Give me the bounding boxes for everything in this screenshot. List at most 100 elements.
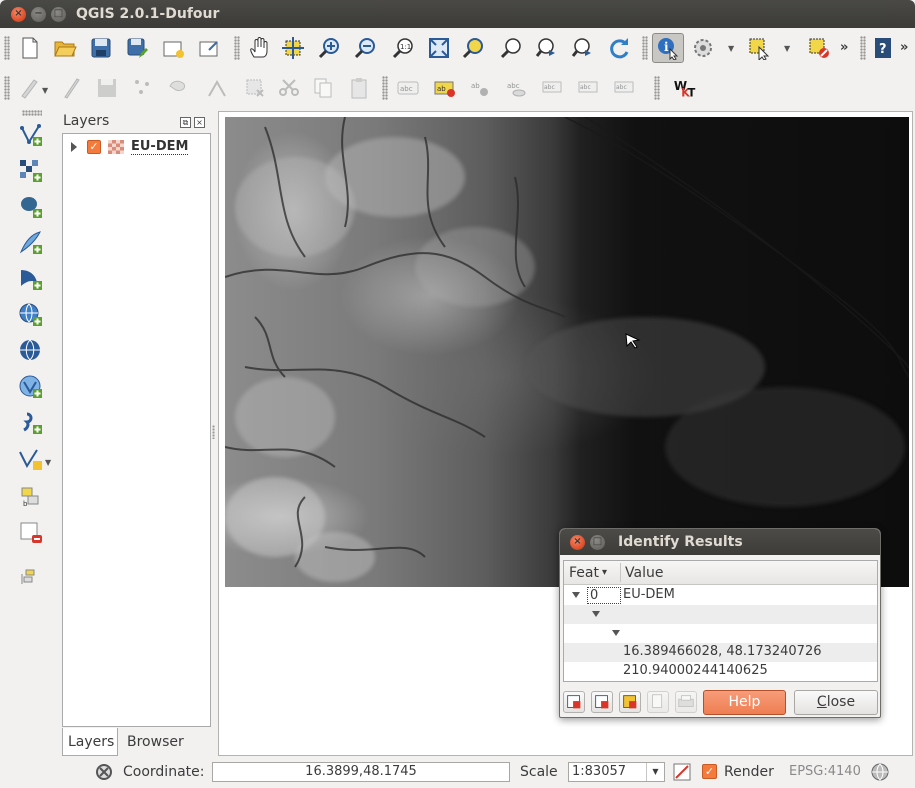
copy-features-icon[interactable]	[310, 75, 336, 101]
save-layer-edits-icon[interactable]	[94, 75, 120, 101]
zoom-native-resolution-icon[interactable]: 1:1	[390, 35, 416, 61]
tab-layers[interactable]: Layers	[62, 728, 118, 756]
scale-combobox[interactable]: 1:83057 ▼	[568, 762, 665, 782]
select-features-icon[interactable]	[746, 35, 772, 61]
column-header-value[interactable]: Value	[625, 565, 663, 581]
zoom-next-icon[interactable]	[570, 35, 596, 61]
run-action-icon[interactable]	[690, 35, 716, 61]
copy-button[interactable]	[647, 691, 669, 713]
deselect-features-icon[interactable]	[806, 35, 832, 61]
new-layer-dropdown-icon[interactable]: ▼	[45, 458, 51, 467]
scale-dropdown-icon[interactable]: ▼	[646, 763, 664, 781]
new-shapefile-layer-icon[interactable]	[17, 445, 45, 473]
add-spatialite-layer-icon[interactable]	[17, 229, 45, 257]
toolbar-grip[interactable]	[22, 110, 42, 116]
move-feature-icon[interactable]	[166, 75, 192, 101]
zoom-in-icon[interactable]	[316, 35, 342, 61]
layers-tree[interactable]: ✓ EU-DEM	[62, 133, 211, 727]
dialog-maximize-button[interactable]: □	[590, 535, 605, 550]
crs-globe-icon[interactable]	[870, 762, 890, 782]
rotate-label-icon[interactable]: abc	[576, 75, 602, 101]
tab-browser[interactable]: Browser	[122, 728, 192, 756]
toolbar-grip[interactable]	[860, 36, 866, 60]
print-button[interactable]	[675, 691, 697, 713]
save-as-icon[interactable]	[124, 35, 150, 61]
label-tool-icon[interactable]: abc	[395, 75, 421, 101]
delete-selected-icon[interactable]	[242, 75, 268, 101]
window-close-button[interactable]: ×	[11, 7, 26, 22]
composer-manager-icon[interactable]	[196, 35, 222, 61]
add-points-icon[interactable]	[130, 75, 156, 101]
paste-features-icon[interactable]	[346, 75, 372, 101]
zoom-to-selection-icon[interactable]	[460, 35, 486, 61]
save-project-icon[interactable]	[88, 35, 114, 61]
toolbar-overflow-icon[interactable]: »	[840, 40, 848, 55]
expand-all-button[interactable]	[563, 691, 585, 713]
add-postgis-layer-icon[interactable]	[17, 193, 45, 221]
help-contents-icon[interactable]: ?	[870, 35, 896, 61]
collapse-arrow-icon[interactable]	[572, 592, 580, 598]
add-delimited-text-layer-icon[interactable]	[17, 409, 45, 437]
zoom-to-layer-icon[interactable]	[498, 35, 524, 61]
toggle-editing-icon[interactable]	[58, 75, 84, 101]
tree-row[interactable]	[564, 624, 877, 643]
tree-row[interactable]: 210.94000244140625	[564, 662, 877, 681]
refresh-icon[interactable]	[606, 35, 632, 61]
pan-to-selection-icon[interactable]	[280, 35, 306, 61]
add-wms-layer-icon[interactable]	[17, 301, 45, 329]
remove-layer-icon[interactable]	[17, 519, 45, 547]
pin-labels-icon[interactable]: ab	[468, 75, 494, 101]
select-dropdown-icon[interactable]: ▼	[784, 44, 790, 53]
toolbar-grip[interactable]	[654, 76, 660, 100]
add-raster-layer-icon[interactable]	[17, 157, 45, 185]
open-project-icon[interactable]	[52, 35, 78, 61]
run-action-dropdown-icon[interactable]: ▼	[728, 44, 734, 53]
new-print-composer-icon[interactable]	[160, 35, 186, 61]
collapse-arrow-icon[interactable]	[592, 611, 600, 617]
window-maximize-button[interactable]: □	[51, 7, 66, 22]
window-minimize-button[interactable]: −	[31, 7, 46, 22]
edit-pencils-icon[interactable]	[17, 75, 43, 101]
render-checkbox[interactable]: ✓	[702, 764, 717, 779]
help-button[interactable]: Help	[703, 690, 786, 715]
move-label-icon[interactable]: abc	[540, 75, 566, 101]
identify-features-icon[interactable]: i	[652, 33, 684, 63]
layer-order-icon[interactable]	[17, 565, 45, 593]
coordinate-toggle-icon[interactable]	[94, 762, 114, 782]
change-label-icon[interactable]: abc	[612, 75, 638, 101]
toolbar-grip[interactable]	[4, 76, 10, 100]
add-virtual-layer-icon[interactable]: b	[17, 483, 45, 511]
expand-new-button[interactable]	[619, 691, 641, 713]
layer-item[interactable]: ✓ EU-DEM	[71, 138, 189, 156]
coordinate-field[interactable]: 16.3899,48.1745	[212, 762, 510, 782]
crs-status[interactable]: EPSG:4140	[789, 764, 861, 779]
float-panel-icon[interactable]: ⧉	[180, 117, 191, 128]
edit-dropdown-icon[interactable]: ▼	[42, 86, 48, 95]
expand-arrow-icon[interactable]	[71, 142, 77, 152]
layer-labeling-icon[interactable]: ab	[432, 75, 458, 101]
toolbar-grip[interactable]	[642, 36, 648, 60]
toolbar-overflow-icon[interactable]: »	[900, 40, 908, 55]
add-wfs-layer-icon[interactable]	[17, 373, 45, 401]
dock-splitter[interactable]	[212, 425, 215, 439]
new-project-icon[interactable]	[17, 35, 43, 61]
add-mssql-layer-icon[interactable]	[17, 265, 45, 293]
toolbar-grip[interactable]	[234, 36, 240, 60]
stop-render-icon[interactable]	[672, 762, 692, 782]
tree-row[interactable]	[564, 605, 877, 624]
layer-visibility-checkbox[interactable]: ✓	[87, 140, 101, 154]
add-wcs-layer-icon[interactable]	[17, 337, 45, 365]
collapse-arrow-icon[interactable]	[612, 630, 620, 636]
cut-features-icon[interactable]	[276, 75, 302, 101]
pan-hand-icon[interactable]	[246, 35, 272, 61]
collapse-all-button[interactable]	[591, 691, 613, 713]
close-button[interactable]: Close	[794, 690, 878, 715]
layer-name[interactable]: EU-DEM	[131, 139, 189, 155]
identify-results-tree[interactable]: Feat ▾ Value 0 EU-DEM 16.389466028, 48.1…	[563, 560, 878, 682]
tree-row[interactable]: 0 EU-DEM	[564, 586, 877, 605]
wkt-plugin-icon[interactable]: WKT	[672, 75, 698, 101]
toolbar-grip[interactable]	[382, 76, 388, 100]
dialog-close-button[interactable]: ×	[570, 535, 585, 550]
add-vector-layer-icon[interactable]	[17, 121, 45, 149]
close-panel-icon[interactable]: ×	[194, 117, 205, 128]
